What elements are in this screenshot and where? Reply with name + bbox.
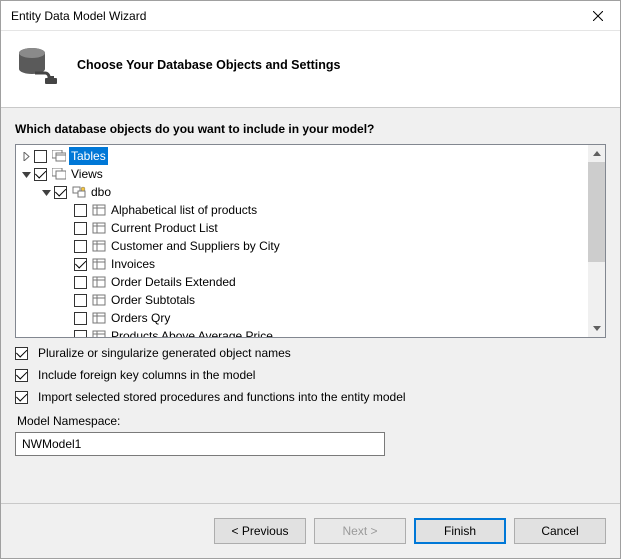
view-icon bbox=[91, 204, 107, 216]
tree-leaf-view[interactable]: Current Product List bbox=[16, 219, 588, 237]
checkbox[interactable] bbox=[15, 347, 28, 360]
window-title: Entity Data Model Wizard bbox=[11, 9, 146, 23]
tree-leaf-view[interactable]: Orders Qry bbox=[16, 309, 588, 327]
checkbox[interactable] bbox=[74, 330, 87, 338]
option-label: Include foreign key columns in the model bbox=[38, 368, 255, 382]
expander-icon[interactable] bbox=[18, 170, 34, 179]
database-icon bbox=[15, 43, 59, 87]
next-button: Next > bbox=[314, 518, 406, 544]
option-label: Pluralize or singularize generated objec… bbox=[38, 346, 291, 360]
option-foreign-keys[interactable]: Include foreign key columns in the model bbox=[15, 368, 606, 382]
tree-leaf-view[interactable]: Order Details Extended bbox=[16, 273, 588, 291]
tree-node-label: Order Details Extended bbox=[109, 273, 238, 291]
checkbox[interactable] bbox=[54, 186, 67, 199]
expander-icon[interactable] bbox=[38, 188, 54, 197]
checkbox[interactable] bbox=[74, 258, 87, 271]
question-label: Which database objects do you want to in… bbox=[15, 122, 606, 136]
scroll-down-button[interactable] bbox=[588, 320, 605, 337]
checkbox[interactable] bbox=[74, 222, 87, 235]
view-icon bbox=[91, 258, 107, 270]
option-label: Import selected stored procedures and fu… bbox=[38, 390, 406, 404]
wizard-footer: < Previous Next > Finish Cancel bbox=[1, 503, 620, 558]
tree-node-label: Tables bbox=[69, 147, 108, 165]
option-pluralize[interactable]: Pluralize or singularize generated objec… bbox=[15, 346, 606, 360]
tree-node-label: Current Product List bbox=[109, 219, 220, 237]
checkbox[interactable] bbox=[74, 204, 87, 217]
tree-scrollbar[interactable] bbox=[588, 145, 605, 337]
checkbox[interactable] bbox=[74, 240, 87, 253]
checkbox[interactable] bbox=[15, 391, 28, 404]
objects-tree[interactable]: Tables Views bbox=[15, 144, 606, 338]
checkbox[interactable] bbox=[34, 150, 47, 163]
tree-leaf-view[interactable]: Alphabetical list of products bbox=[16, 201, 588, 219]
namespace-label: Model Namespace: bbox=[17, 414, 606, 428]
tree-node-label: Products Above Average Price bbox=[109, 327, 275, 337]
checkbox[interactable] bbox=[74, 312, 87, 325]
close-icon bbox=[593, 11, 603, 21]
tree-node-views[interactable]: Views bbox=[16, 165, 588, 183]
expander-icon[interactable] bbox=[18, 152, 34, 161]
tree-node-label: Orders Qry bbox=[109, 309, 172, 327]
tree-node-dbo[interactable]: dbo bbox=[16, 183, 588, 201]
tree-node-label: Views bbox=[69, 165, 105, 183]
view-icon bbox=[91, 240, 107, 252]
previous-button[interactable]: < Previous bbox=[214, 518, 306, 544]
tree-leaf-view[interactable]: Products Above Average Price bbox=[16, 327, 588, 337]
view-group-icon bbox=[51, 168, 67, 180]
scroll-up-button[interactable] bbox=[588, 145, 605, 162]
view-icon bbox=[91, 276, 107, 288]
tree-node-label: dbo bbox=[89, 183, 113, 201]
wizard-body: Which database objects do you want to in… bbox=[1, 108, 620, 503]
checkbox[interactable] bbox=[15, 369, 28, 382]
tree-leaf-view[interactable]: Order Subtotals bbox=[16, 291, 588, 309]
finish-button[interactable]: Finish bbox=[414, 518, 506, 544]
tree-node-tables[interactable]: Tables bbox=[16, 147, 588, 165]
objects-tree-inner: Tables Views bbox=[16, 145, 588, 337]
tree-node-label: Order Subtotals bbox=[109, 291, 197, 309]
tree-leaf-view[interactable]: Customer and Suppliers by City bbox=[16, 237, 588, 255]
tree-node-label: Invoices bbox=[109, 255, 157, 273]
table-group-icon bbox=[51, 150, 67, 162]
wizard-heading: Choose Your Database Objects and Setting… bbox=[77, 58, 341, 72]
view-icon bbox=[91, 294, 107, 306]
scroll-thumb[interactable] bbox=[588, 162, 605, 262]
wizard-window: Entity Data Model Wizard Choose Your Dat… bbox=[0, 0, 621, 559]
option-import-sprocs[interactable]: Import selected stored procedures and fu… bbox=[15, 390, 606, 404]
cancel-button[interactable]: Cancel bbox=[514, 518, 606, 544]
tree-node-label: Alphabetical list of products bbox=[109, 201, 259, 219]
titlebar: Entity Data Model Wizard bbox=[1, 1, 620, 31]
tree-leaf-view[interactable]: Invoices bbox=[16, 255, 588, 273]
checkbox[interactable] bbox=[74, 294, 87, 307]
namespace-input[interactable] bbox=[15, 432, 385, 456]
wizard-header: Choose Your Database Objects and Setting… bbox=[1, 31, 620, 108]
view-icon bbox=[91, 312, 107, 324]
schema-icon bbox=[71, 186, 87, 198]
checkbox[interactable] bbox=[74, 276, 87, 289]
close-button[interactable] bbox=[576, 1, 620, 31]
view-icon bbox=[91, 222, 107, 234]
checkbox[interactable] bbox=[34, 168, 47, 181]
tree-node-label: Customer and Suppliers by City bbox=[109, 237, 282, 255]
view-icon bbox=[91, 330, 107, 337]
